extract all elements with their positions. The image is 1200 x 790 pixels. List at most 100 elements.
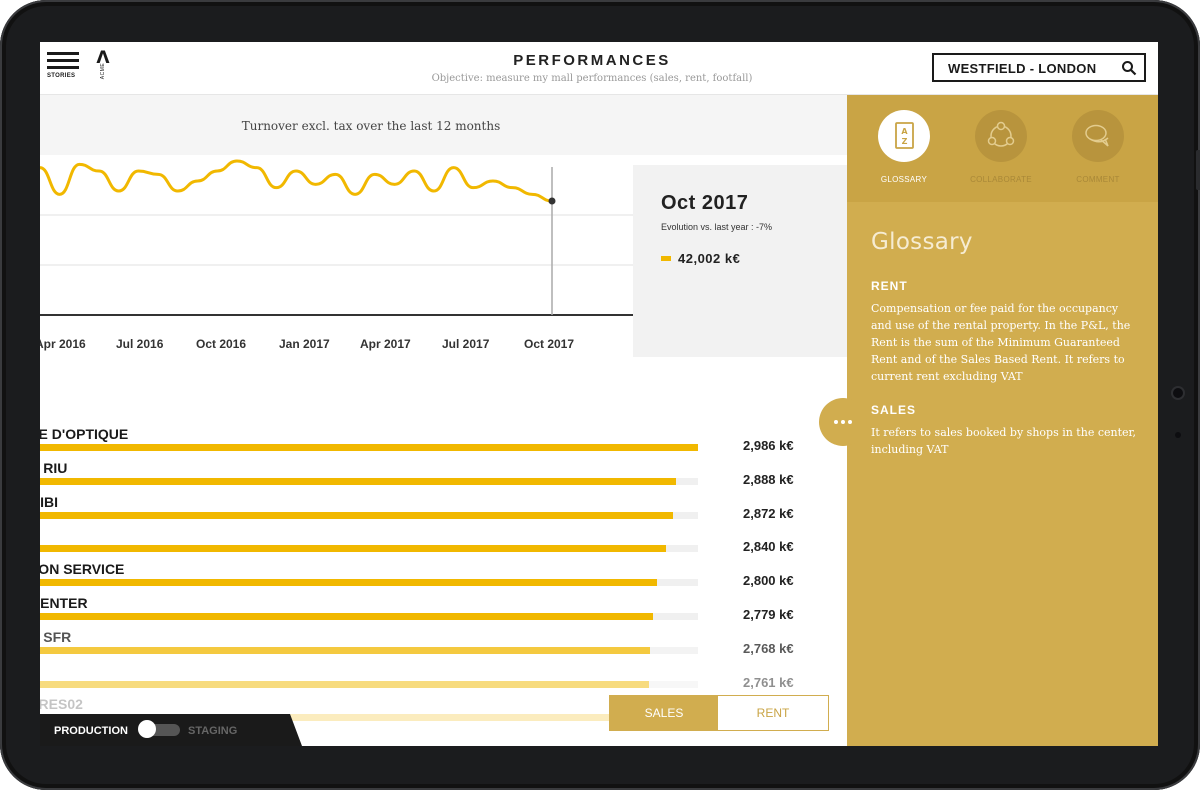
shop-value: 2,800 k€ bbox=[743, 573, 794, 589]
rent-definition: Compensation or fee paid for the occupan… bbox=[871, 302, 1131, 383]
value-bar-track bbox=[40, 680, 698, 688]
svg-text:Z: Z bbox=[902, 137, 908, 146]
value-bar-track bbox=[40, 545, 698, 553]
chart-header: Turnover excl. tax over the last 12 mont… bbox=[40, 95, 847, 155]
mall-search-input[interactable]: WESTFIELD - LONDON bbox=[932, 53, 1146, 82]
ranking-row[interactable]: AIBI 2,872 k€ bbox=[40, 494, 820, 528]
production-label: PRODUCTION bbox=[54, 725, 128, 737]
sensor bbox=[1175, 432, 1181, 438]
value-bar-track bbox=[40, 511, 698, 519]
shop-value: 2,840 k€ bbox=[743, 539, 794, 555]
mall-search-value: WESTFIELD - LONDON bbox=[948, 61, 1097, 76]
active-tab-caret bbox=[898, 194, 914, 202]
value-bar bbox=[40, 680, 649, 688]
ranking-row[interactable]: 2,840 k€ bbox=[40, 527, 820, 561]
series-swatch bbox=[661, 256, 671, 261]
more-icon-dot bbox=[841, 420, 845, 424]
hamburger-icon-bar bbox=[47, 66, 79, 69]
ranking-row[interactable]: CENTER 2,779 k€ bbox=[40, 595, 820, 629]
tab-comment[interactable]: COMMENT bbox=[1053, 110, 1143, 184]
hamburger-icon-bar bbox=[47, 59, 79, 62]
selected-month-card: Oct 2017 Evolution vs. last year : -7% 4… bbox=[633, 165, 847, 357]
search-icon[interactable] bbox=[1121, 60, 1137, 76]
turnover-line-chart[interactable] bbox=[40, 155, 640, 355]
selected-value: 42,002 k€ bbox=[678, 251, 741, 266]
value-bar bbox=[40, 511, 673, 519]
panel-handle-button[interactable] bbox=[819, 398, 867, 446]
shop-value: 2,779 k€ bbox=[743, 607, 794, 622]
ranking-row[interactable]: LE D'OPTIQUE 2,986 k€ bbox=[40, 426, 820, 460]
tab-collaborate-label: COLLABORATE bbox=[970, 175, 1032, 184]
sales-button[interactable]: SALES bbox=[610, 696, 718, 730]
shop-value: 2,761 k€ bbox=[743, 674, 794, 690]
acme-logo: Λ ACME bbox=[92, 50, 114, 80]
x-tick-label: Oct 2016 bbox=[196, 337, 247, 351]
panel-tabs: A Z GLOSSARY COLLABORATE COMMENT bbox=[847, 95, 1158, 202]
collaborate-network-icon bbox=[975, 110, 1027, 162]
value-bar-track bbox=[40, 613, 698, 620]
svg-text:A: A bbox=[901, 127, 908, 136]
x-tick-label: Apr 2017 bbox=[360, 337, 411, 351]
stories-label: STORIES bbox=[47, 73, 76, 79]
tab-glossary-label: GLOSSARY bbox=[880, 175, 928, 184]
shop-name: E SFR bbox=[40, 628, 72, 645]
ranking-row[interactable]: TON SERVICE 2,800 k€ bbox=[40, 561, 820, 595]
sales-definition: It refers to sales booked by shops in th… bbox=[871, 426, 1137, 456]
page-title: PERFORMANCES bbox=[513, 52, 671, 69]
ranking-row[interactable]: E RIU 2,888 k€ bbox=[40, 460, 820, 494]
more-icon bbox=[834, 420, 838, 424]
value-bar bbox=[40, 579, 658, 587]
volume-button bbox=[1196, 150, 1200, 190]
value-bar bbox=[40, 646, 650, 654]
environment-switch: PRODUCTION STAGING bbox=[40, 714, 302, 746]
x-tick-label: Jul 2016 bbox=[116, 337, 164, 351]
x-tick-label: Oct 2017 bbox=[524, 337, 575, 351]
x-tick-label: Jan 2017 bbox=[279, 337, 330, 351]
shop-name: LE D'OPTIQUE bbox=[40, 426, 129, 442]
side-panel: A Z GLOSSARY COLLABORATE COMMENT Glossar… bbox=[847, 95, 1158, 746]
sales-heading: SALES bbox=[871, 403, 917, 417]
evolution-text: Evolution vs. last year : -7% bbox=[661, 222, 773, 232]
tablet-frame: STORIES Λ ACME PERFORMANCES Objective: m… bbox=[0, 0, 1200, 790]
more-icon-dot bbox=[848, 420, 852, 424]
value-bar bbox=[40, 613, 653, 620]
page-subtitle: Objective: measure my mall performances … bbox=[431, 73, 753, 84]
glossary-az-icon: A Z bbox=[878, 110, 930, 162]
shop-value: 2,986 k€ bbox=[743, 438, 794, 453]
rent-button[interactable]: RENT bbox=[718, 696, 828, 730]
value-bar bbox=[40, 444, 698, 451]
shop-name: TON SERVICE bbox=[40, 561, 125, 578]
value-bar-track bbox=[40, 477, 698, 485]
hamburger-icon bbox=[47, 52, 79, 55]
shop-name: E RIU bbox=[40, 459, 68, 476]
turnover-series-line bbox=[40, 159, 553, 203]
shop-value: 2,888 k€ bbox=[743, 471, 794, 487]
value-bar bbox=[40, 545, 666, 553]
shop-value: 2,768 k€ bbox=[743, 640, 794, 656]
tab-collaborate[interactable]: COLLABORATE bbox=[956, 110, 1046, 184]
x-tick-label: Apr 2016 bbox=[40, 337, 86, 351]
app-screen: STORIES Λ ACME PERFORMANCES Objective: m… bbox=[40, 42, 1158, 746]
ranking-row[interactable]: 2,761 k€ bbox=[40, 663, 820, 697]
x-tick-label: Jul 2017 bbox=[442, 337, 490, 351]
glossary-title: Glossary bbox=[871, 229, 973, 255]
selected-month: Oct 2017 bbox=[661, 192, 749, 214]
staging-label: STAGING bbox=[188, 725, 238, 737]
shop-value: 2,872 k€ bbox=[743, 505, 794, 521]
rent-heading: RENT bbox=[871, 279, 908, 293]
comment-bubbles-icon bbox=[1072, 110, 1124, 162]
environment-toggle-knob[interactable] bbox=[138, 720, 156, 738]
ranking-row[interactable]: E SFR 2,768 k€ bbox=[40, 629, 820, 663]
tab-comment-label: COMMENT bbox=[1076, 175, 1120, 184]
tab-glossary[interactable]: A Z GLOSSARY bbox=[859, 110, 949, 184]
stories-menu-button[interactable]: STORIES bbox=[47, 52, 79, 79]
selected-point[interactable] bbox=[548, 197, 556, 205]
chart-caption: Turnover excl. tax over the last 12 mont… bbox=[241, 119, 501, 133]
acme-logo-text: ACME bbox=[100, 62, 107, 80]
shop-name: AIBI bbox=[40, 493, 58, 510]
value-bar bbox=[40, 477, 677, 485]
camera bbox=[1173, 388, 1183, 398]
value-bar-track bbox=[40, 579, 698, 587]
app-header: STORIES Λ ACME PERFORMANCES Objective: m… bbox=[40, 42, 1158, 95]
value-bar-track bbox=[40, 444, 698, 451]
